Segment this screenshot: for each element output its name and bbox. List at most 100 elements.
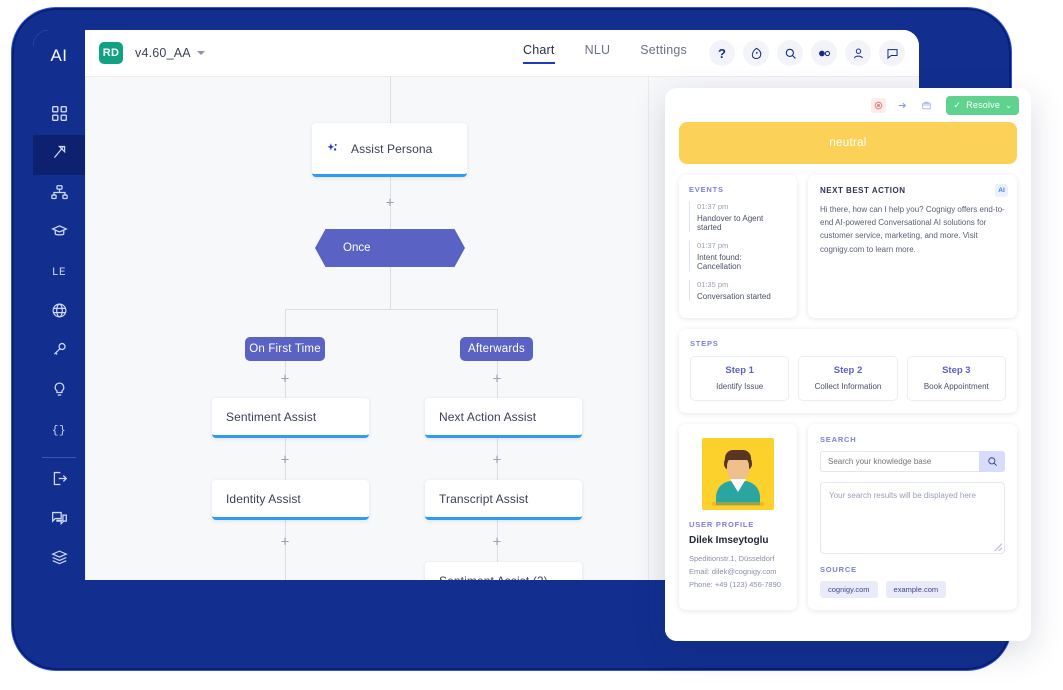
- next-best-action-card: AI NEXT BEST ACTION Hi there, how can I …: [808, 175, 1017, 318]
- lexicon-icon: LE: [51, 267, 67, 280]
- flow-node-label: Sentiment Assist (2): [439, 574, 548, 581]
- step-item[interactable]: Step 1 Identify Issue: [690, 356, 790, 401]
- step-item[interactable]: Step 2 Collect Information: [798, 356, 898, 401]
- sidebar-item-conversations[interactable]: [33, 501, 85, 540]
- user-icon[interactable]: [845, 40, 871, 66]
- step-number: Step 1: [725, 365, 754, 376]
- agent-assist-panel: ✓ Resolve ⌄ neutral EVENTS 01:37 pm Hand…: [665, 88, 1031, 641]
- step-item[interactable]: Step 3 Book Appointment: [906, 356, 1006, 401]
- compass-icon[interactable]: [743, 40, 769, 66]
- sidebar-item-flows[interactable]: [33, 135, 85, 175]
- project-badge[interactable]: RD: [99, 42, 123, 64]
- search-row: [820, 451, 1005, 472]
- sidebar-item-locales[interactable]: [33, 293, 85, 332]
- add-node-plus-2[interactable]: +: [281, 372, 290, 387]
- search-results-placeholder: Your search results will be displayed he…: [829, 491, 976, 500]
- sidebar-item-insights[interactable]: [33, 372, 85, 411]
- steps-row: Step 1 Identify Issue Step 2 Collect Inf…: [690, 356, 1006, 401]
- source-chip[interactable]: cognigy.com: [820, 581, 878, 598]
- source-chip[interactable]: example.com: [885, 581, 947, 598]
- sidebar-item-training[interactable]: [33, 214, 85, 253]
- chat-icon: [51, 510, 68, 532]
- sidebar-item-keyphrases[interactable]: [33, 333, 85, 372]
- search-results-box[interactable]: Your search results will be displayed he…: [820, 482, 1005, 554]
- sidebar-item-dashboard[interactable]: [33, 96, 85, 135]
- user-profile-phone: Phone: +49 (123) 456-7890: [689, 580, 781, 590]
- top-bar: RD v4.60_AA Chart NLU Settings ?: [85, 30, 919, 76]
- resolve-button[interactable]: ✓ Resolve ⌄: [946, 95, 1019, 115]
- transfer-icon[interactable]: [895, 98, 910, 113]
- check-icon: ✓: [953, 99, 962, 110]
- add-node-plus-6[interactable]: +: [281, 535, 290, 550]
- flow-node-afterwards[interactable]: Afterwards: [460, 337, 533, 361]
- list-item: 01:35 pm Conversation started: [689, 280, 787, 301]
- flow-node-label: Once: [343, 242, 371, 254]
- flow-node-label: Sentiment Assist: [226, 409, 317, 424]
- chevron-down-icon: ⌄: [1005, 100, 1012, 110]
- canvas-gutter-mid: [648, 77, 649, 580]
- sentiment-badge: neutral: [679, 122, 1017, 164]
- flow-node-identity-assist[interactable]: Identity Assist: [212, 480, 369, 520]
- chevron-down-icon[interactable]: [196, 51, 205, 55]
- sidebar-item-intents[interactable]: [33, 175, 85, 214]
- add-node-plus-1[interactable]: +: [386, 196, 395, 211]
- ai-badge-icon: AI: [995, 184, 1008, 197]
- edge-top-into-persona: [390, 77, 391, 123]
- logout-icon: [51, 470, 68, 492]
- project-name[interactable]: v4.60_AA: [135, 46, 191, 60]
- flow-node-label: Afterwards: [468, 343, 525, 355]
- source-title: SOURCE: [820, 565, 857, 574]
- comment-icon[interactable]: [879, 40, 905, 66]
- steps-title: STEPS: [690, 339, 719, 348]
- add-node-plus-7[interactable]: +: [493, 535, 502, 550]
- add-node-plus-3[interactable]: +: [493, 372, 502, 387]
- add-node-plus-4[interactable]: +: [281, 453, 290, 468]
- source-chips: cognigy.com example.com: [820, 581, 1005, 598]
- grid-icon: [51, 105, 68, 127]
- flow-node-label: Identity Assist: [226, 491, 301, 506]
- flow-node-sentiment-assist[interactable]: Sentiment Assist: [212, 398, 369, 438]
- flow-node-sentiment-assist-2[interactable]: Sentiment Assist (2): [425, 562, 582, 580]
- key-icon: [51, 341, 68, 363]
- help-glyph: ?: [718, 45, 726, 61]
- add-node-plus-5[interactable]: +: [493, 453, 502, 468]
- edge-once-down: [390, 267, 391, 309]
- step-desc: Identify Issue: [716, 382, 764, 391]
- layers-icon: [50, 549, 68, 571]
- tab-settings[interactable]: Settings: [640, 43, 687, 64]
- edge-branch-horizontal: [285, 309, 497, 310]
- avatar: [702, 438, 774, 510]
- record-icon[interactable]: [871, 97, 887, 113]
- screenshot-root: AI LE {} RD v4.60_AA Chart NLU Settings …: [0, 0, 1063, 690]
- event-desc: Intent found: Cancellation: [697, 253, 742, 271]
- avatar-ground: [712, 502, 764, 506]
- edge-branch-right: [497, 309, 498, 337]
- sidebar-item-code[interactable]: {}: [33, 411, 85, 450]
- tab-chart[interactable]: Chart: [523, 43, 555, 64]
- flow-node-once[interactable]: Once: [315, 229, 465, 267]
- search-icon[interactable]: [777, 40, 803, 66]
- flow-node-assist-persona[interactable]: Assist Persona: [312, 123, 467, 177]
- search-input[interactable]: [820, 451, 979, 472]
- toggle-icon[interactable]: [811, 40, 837, 66]
- step-number: Step 2: [833, 365, 863, 376]
- flow-node-next-action-assist[interactable]: Next Action Assist: [425, 398, 582, 438]
- flow-node-on-first-time[interactable]: On First Time: [245, 337, 325, 361]
- event-desc: Conversation started: [697, 292, 771, 301]
- avatar-hair-front: [725, 450, 751, 460]
- search-button[interactable]: [979, 451, 1005, 472]
- flow-node-transcript-assist[interactable]: Transcript Assist: [425, 480, 582, 520]
- nav-tabs: Chart NLU Settings: [523, 43, 687, 64]
- user-profile-card: USER PROFILE Dilek Imseytoglu Speditions…: [679, 424, 797, 610]
- events-card: EVENTS 01:37 pm Handover to Agent starte…: [679, 175, 797, 318]
- sidebar-item-packages[interactable]: [33, 541, 85, 580]
- panel-header: ✓ Resolve ⌄: [665, 88, 1031, 122]
- tab-nlu[interactable]: NLU: [585, 43, 611, 64]
- archive-icon[interactable]: [919, 98, 934, 113]
- topbar-icons: ?: [709, 40, 905, 66]
- user-profile-address: Speditionstr.1, Düsseldorf: [689, 554, 775, 563]
- sidebar-item-lexicons[interactable]: LE: [33, 254, 85, 293]
- resize-handle[interactable]: [994, 543, 1002, 551]
- help-icon[interactable]: ?: [709, 40, 735, 66]
- sidebar-item-deploy[interactable]: [33, 462, 85, 501]
